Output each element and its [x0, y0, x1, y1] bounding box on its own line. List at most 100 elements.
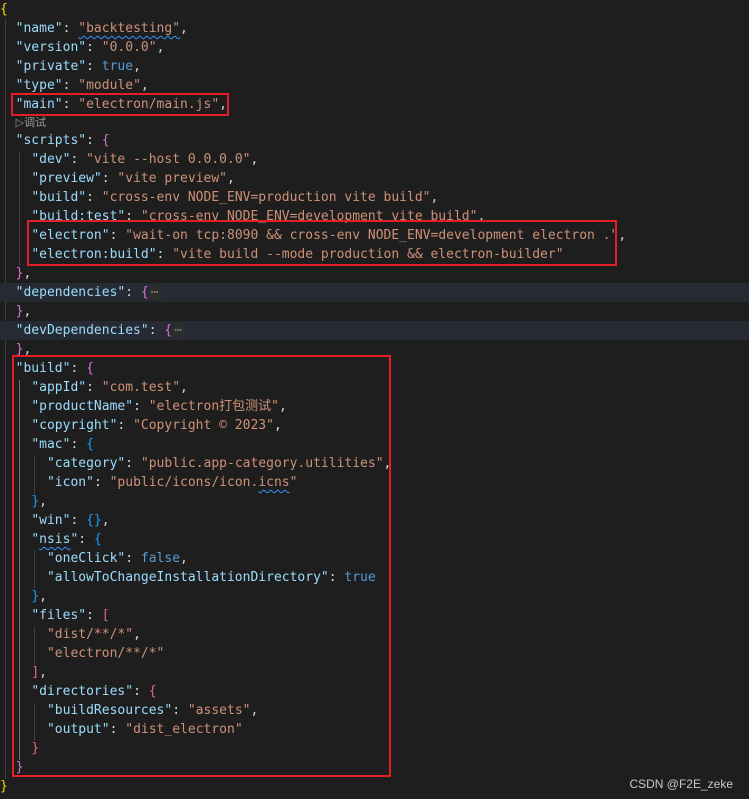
- json-key: "win": [31, 513, 71, 528]
- json-key: "mac": [31, 437, 71, 452]
- json-string: "module": [78, 78, 141, 93]
- code-line: "directories": {: [31, 684, 157, 699]
- code-line: "dist/**/*",: [46, 627, 141, 642]
- json-key: ": [31, 532, 40, 547]
- debug-codelens[interactable]: ▷调试: [16, 116, 46, 129]
- json-string: "Copyright © 2023": [133, 418, 274, 433]
- json-key: "appId": [31, 380, 87, 395]
- json-string: "cross-env NODE_ENV=development vite bui…: [140, 209, 478, 224]
- code-line: "buildResources": "assets",: [46, 703, 259, 718]
- code-line: "nsis": {: [31, 532, 102, 547]
- folded-line[interactable]: "devDependencies": {⋯: [0, 321, 749, 340]
- code-line: "category": "public.app-category.utiliti…: [46, 456, 392, 471]
- json-key: "copyright": [31, 418, 118, 433]
- json-key: "build": [15, 361, 71, 376]
- code-line: "appId": "com.test",: [31, 380, 188, 395]
- json-string: ": [289, 475, 298, 490]
- json-key: "allowToChangeInstallationDirectory": [46, 570, 329, 585]
- code-line: "allowToChangeInstallationDirectory": tr…: [46, 570, 376, 585]
- code-line: },: [31, 494, 47, 509]
- code-line: "version": "0.0.0",: [15, 40, 165, 55]
- json-key: "name": [15, 21, 63, 36]
- code-line: "files": [: [31, 608, 110, 623]
- code-line: "electron/**/*": [0, 644, 749, 663]
- code-line: },: [15, 266, 32, 281]
- code-line: ],: [31, 665, 47, 680]
- code-line: "build:test": "cross-env NODE_ENV=develo…: [31, 209, 486, 224]
- json-string: "vite --host 0.0.0.0": [86, 152, 251, 167]
- json-key: "main": [15, 97, 63, 112]
- code-line: "name": "backtesting",: [15, 21, 188, 36]
- json-key: nsis: [39, 532, 71, 547]
- json-string: "electron/main.js": [78, 97, 220, 112]
- json-string: "public.app-category.utilities": [140, 456, 384, 471]
- code-line: "output": "dist_electron": [46, 722, 243, 737]
- json-boolean: true: [101, 59, 134, 74]
- json-string: "electron/**/*": [46, 646, 165, 661]
- json-string: "assets": [187, 703, 251, 718]
- json-key: "directories": [31, 684, 134, 699]
- json-key: "dev": [31, 152, 71, 167]
- code-line: "build": "cross-env NODE_ENV=production …: [31, 190, 439, 205]
- json-string: icns: [258, 475, 290, 490]
- json-string: "dist/**/*": [46, 627, 134, 642]
- code-line: "productName": "electron打包测试",: [31, 399, 287, 414]
- json-boolean: false: [140, 551, 181, 566]
- json-key: "scripts": [15, 133, 87, 148]
- json-key: "electron": [31, 228, 110, 243]
- code-line: "electron": "wait-on tcp:8090 && cross-e…: [31, 228, 627, 243]
- json-key: "preview": [31, 171, 102, 186]
- json-string: "electron打包测试": [148, 399, 279, 414]
- code-line: },: [15, 304, 32, 319]
- watermark: CSDN @F2E_zeke: [629, 777, 733, 791]
- json-key: "private": [15, 59, 87, 74]
- json-string: "wait-on tcp:8090 && cross-env NODE_ENV=…: [125, 228, 619, 243]
- code-line: "type": "module",: [15, 78, 149, 93]
- json-key: "type": [15, 78, 63, 93]
- code-line: "scripts": {: [15, 133, 110, 148]
- code-line: ▷调试: [0, 113, 749, 132]
- json-string: "vite build --mode production && electro…: [172, 247, 564, 262]
- json-key: "files": [31, 608, 87, 623]
- code-line: },: [15, 342, 32, 357]
- json-key: "version": [15, 40, 87, 55]
- json-key: "oneClick": [46, 551, 126, 566]
- json-string: "dist_electron": [125, 722, 243, 737]
- json-key: "dependencies": [15, 285, 126, 300]
- code-line: "mac": {: [31, 437, 94, 452]
- fold-ellipsis[interactable]: ⋯: [172, 323, 185, 338]
- json-key: "buildResources": [46, 703, 173, 718]
- code-line: }: [31, 741, 40, 756]
- open-brace: {: [0, 2, 8, 17]
- json-string: "public/icons/icon.: [109, 475, 259, 490]
- code-line: "icon": "public/icons/icon.icns": [46, 475, 298, 490]
- json-key: "devDependencies": [15, 323, 149, 338]
- code-editor[interactable]: { "name": "backtesting", "version": "0.0…: [0, 0, 749, 799]
- code-line: "dev": "vite --host 0.0.0.0",: [31, 152, 259, 167]
- code-line: "preview": "vite preview",: [31, 171, 235, 186]
- json-key: "productName": [31, 399, 134, 414]
- code-line: "electron:build": "vite build --mode pro…: [31, 247, 564, 262]
- code-line: }: [15, 760, 24, 775]
- json-key: "build": [31, 190, 87, 205]
- json-key: "category": [46, 456, 126, 471]
- code-line: "copyright": "Copyright © 2023",: [31, 418, 282, 433]
- fold-ellipsis[interactable]: ⋯: [148, 285, 161, 300]
- json-string: "com.test": [101, 380, 181, 395]
- json-string: "cross-env NODE_ENV=production vite buil…: [101, 190, 431, 205]
- code-line: "win": {},: [31, 513, 110, 528]
- code-line: "build": {: [15, 361, 94, 376]
- json-key: "electron:build": [31, 247, 157, 262]
- json-boolean: true: [344, 570, 376, 585]
- json-string: "backtesting": [78, 21, 181, 36]
- folded-line[interactable]: "dependencies": {⋯: [0, 283, 749, 302]
- code-line: "private": true,: [15, 59, 141, 74]
- json-key: "build:test": [31, 209, 126, 224]
- json-key: "output": [46, 722, 110, 737]
- code-line: "main": "electron/main.js",: [15, 97, 227, 112]
- json-key: "icon": [46, 475, 94, 490]
- code-line: "oneClick": false,: [46, 551, 188, 566]
- code-line: },: [31, 589, 47, 604]
- json-string: "0.0.0": [101, 40, 157, 55]
- code-line: {: [0, 0, 749, 19]
